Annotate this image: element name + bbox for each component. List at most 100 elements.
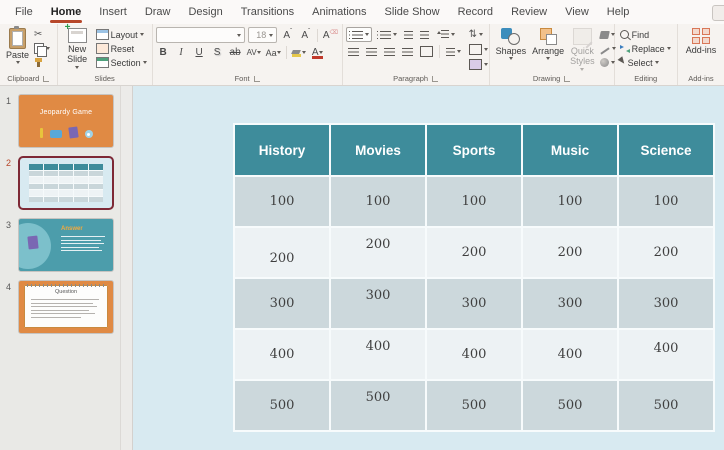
cell-history-500[interactable]: 500: [235, 381, 329, 430]
paste-button[interactable]: Paste: [3, 26, 32, 65]
format-painter-button[interactable]: [32, 56, 52, 69]
grow-font-button[interactable]: Aˆ: [280, 29, 295, 42]
replace-button[interactable]: Replace: [618, 42, 673, 55]
thumbnail-row-3: 3 Answer: [0, 218, 120, 272]
reset-button[interactable]: Reset: [94, 42, 149, 55]
header-history[interactable]: History: [235, 125, 329, 175]
cell-science-500[interactable]: 500: [619, 381, 713, 430]
slide-thumbnail-3[interactable]: Answer: [18, 218, 114, 272]
menu-tab-review[interactable]: Review: [502, 0, 556, 24]
addins-button[interactable]: Add-ins: [683, 27, 720, 56]
header-science[interactable]: Science: [619, 125, 713, 175]
cell-music-500[interactable]: 500: [523, 381, 617, 430]
align-center-button[interactable]: [364, 45, 379, 58]
panel-divider[interactable]: [120, 86, 133, 450]
cell-history-200[interactable]: 200: [235, 228, 329, 277]
menu-tab-design[interactable]: Design: [179, 0, 231, 24]
cell-movies-300[interactable]: 300: [331, 279, 425, 328]
copy-button[interactable]: [32, 42, 52, 57]
font-color-button[interactable]: A: [310, 46, 325, 59]
layout-button[interactable]: Layout: [94, 28, 149, 41]
text-shadow-button[interactable]: S: [210, 46, 225, 59]
numbering-button[interactable]: [375, 28, 399, 41]
cell-music-400[interactable]: 400: [523, 330, 617, 379]
select-button[interactable]: Select: [617, 55, 673, 69]
italic-button[interactable]: I: [174, 46, 189, 59]
cell-science-100[interactable]: 100: [619, 177, 713, 226]
book-character-icon: [67, 126, 79, 139]
justify-button[interactable]: [400, 45, 415, 58]
shapes-button[interactable]: Shapes: [493, 27, 530, 61]
cell-movies-200[interactable]: 200: [331, 228, 425, 277]
shrink-font-button[interactable]: Aˇ: [298, 29, 313, 42]
clear-formatting-button[interactable]: A ⌫: [322, 29, 338, 42]
paragraph-dialog-launcher-icon[interactable]: [432, 75, 439, 82]
menu-tab-record[interactable]: Record: [449, 0, 502, 24]
text-highlight-button[interactable]: [291, 46, 307, 59]
font-name-select[interactable]: [155, 27, 246, 43]
align-text-button[interactable]: [467, 43, 490, 56]
bold-button[interactable]: B: [156, 46, 171, 59]
cell-sports-200[interactable]: 200: [427, 228, 521, 277]
bullets-button[interactable]: [345, 27, 372, 42]
font-size-select[interactable]: 18: [248, 27, 278, 43]
cell-sports-300[interactable]: 300: [427, 279, 521, 328]
cell-sports-400[interactable]: 400: [427, 330, 521, 379]
menu-tab-insert[interactable]: Insert: [90, 0, 136, 24]
columns-button[interactable]: [418, 45, 435, 58]
menu-tab-home[interactable]: Home: [42, 0, 91, 24]
header-music[interactable]: Music: [523, 125, 617, 175]
cell-science-400[interactable]: 400: [619, 330, 713, 379]
cell-movies-500[interactable]: 500: [331, 381, 425, 430]
header-movies[interactable]: Movies: [331, 125, 425, 175]
change-case-button[interactable]: Aa: [265, 46, 282, 59]
cell-music-200[interactable]: 200: [523, 228, 617, 277]
cell-music-100[interactable]: 100: [523, 177, 617, 226]
cell-history-100[interactable]: 100: [235, 177, 329, 226]
menu-tab-slideshow[interactable]: Slide Show: [376, 0, 449, 24]
slide-thumbnail-1[interactable]: Jeopardy Game: [18, 94, 114, 148]
cell-music-300[interactable]: 300: [523, 279, 617, 328]
cell-history-300[interactable]: 300: [235, 279, 329, 328]
menu-tab-view[interactable]: View: [556, 0, 598, 24]
cell-movies-400[interactable]: 400: [331, 330, 425, 379]
character-spacing-button[interactable]: AV: [246, 46, 262, 59]
new-slide-button[interactable]: New Slide: [61, 22, 94, 70]
clipboard-dialog-launcher-icon[interactable]: [43, 75, 50, 82]
slide-number: 3: [6, 220, 12, 230]
slide-thumbnail-4[interactable]: Question: [18, 280, 114, 334]
menu-tab-animations[interactable]: Animations: [303, 0, 375, 24]
cell-history-400[interactable]: 400: [235, 330, 329, 379]
align-left-button[interactable]: [346, 45, 361, 58]
align-right-button[interactable]: [382, 45, 397, 58]
cell-science-200[interactable]: 200: [619, 228, 713, 277]
menu-tab-file[interactable]: File: [6, 0, 42, 24]
header-sports[interactable]: Sports: [427, 125, 521, 175]
line-spacing-button[interactable]: [434, 28, 457, 41]
arrange-button[interactable]: Arrange: [529, 27, 567, 61]
convert-smartart-button[interactable]: [467, 58, 490, 71]
add-remove-columns-button[interactable]: [444, 45, 463, 58]
menubar-right-button[interactable]: [712, 5, 724, 21]
menu-tab-help[interactable]: Help: [598, 0, 639, 24]
find-button[interactable]: Find: [618, 28, 673, 41]
underline-button[interactable]: U: [192, 46, 207, 59]
quick-styles-button[interactable]: Quick Styles: [567, 27, 598, 72]
slide-thumbnail-2-selected[interactable]: [18, 156, 114, 210]
decrease-indent-button[interactable]: [402, 28, 415, 41]
menu-tab-draw[interactable]: Draw: [136, 0, 180, 24]
pencil-character-icon: [39, 128, 43, 138]
strikethrough-button[interactable]: ab: [228, 46, 243, 59]
cut-button[interactable]: ✂: [32, 28, 52, 41]
section-button[interactable]: Section: [94, 56, 149, 69]
cell-movies-100[interactable]: 100: [331, 177, 425, 226]
text-direction-button[interactable]: ⇅: [467, 28, 490, 41]
cell-sports-500[interactable]: 500: [427, 381, 521, 430]
slide-canvas[interactable]: History Movies Sports Music Science 100 …: [133, 86, 724, 450]
menu-tab-transitions[interactable]: Transitions: [232, 0, 303, 24]
cell-science-300[interactable]: 300: [619, 279, 713, 328]
cell-sports-100[interactable]: 100: [427, 177, 521, 226]
font-dialog-launcher-icon[interactable]: [253, 75, 260, 82]
drawing-dialog-launcher-icon[interactable]: [564, 75, 571, 82]
increase-indent-button[interactable]: [418, 28, 431, 41]
